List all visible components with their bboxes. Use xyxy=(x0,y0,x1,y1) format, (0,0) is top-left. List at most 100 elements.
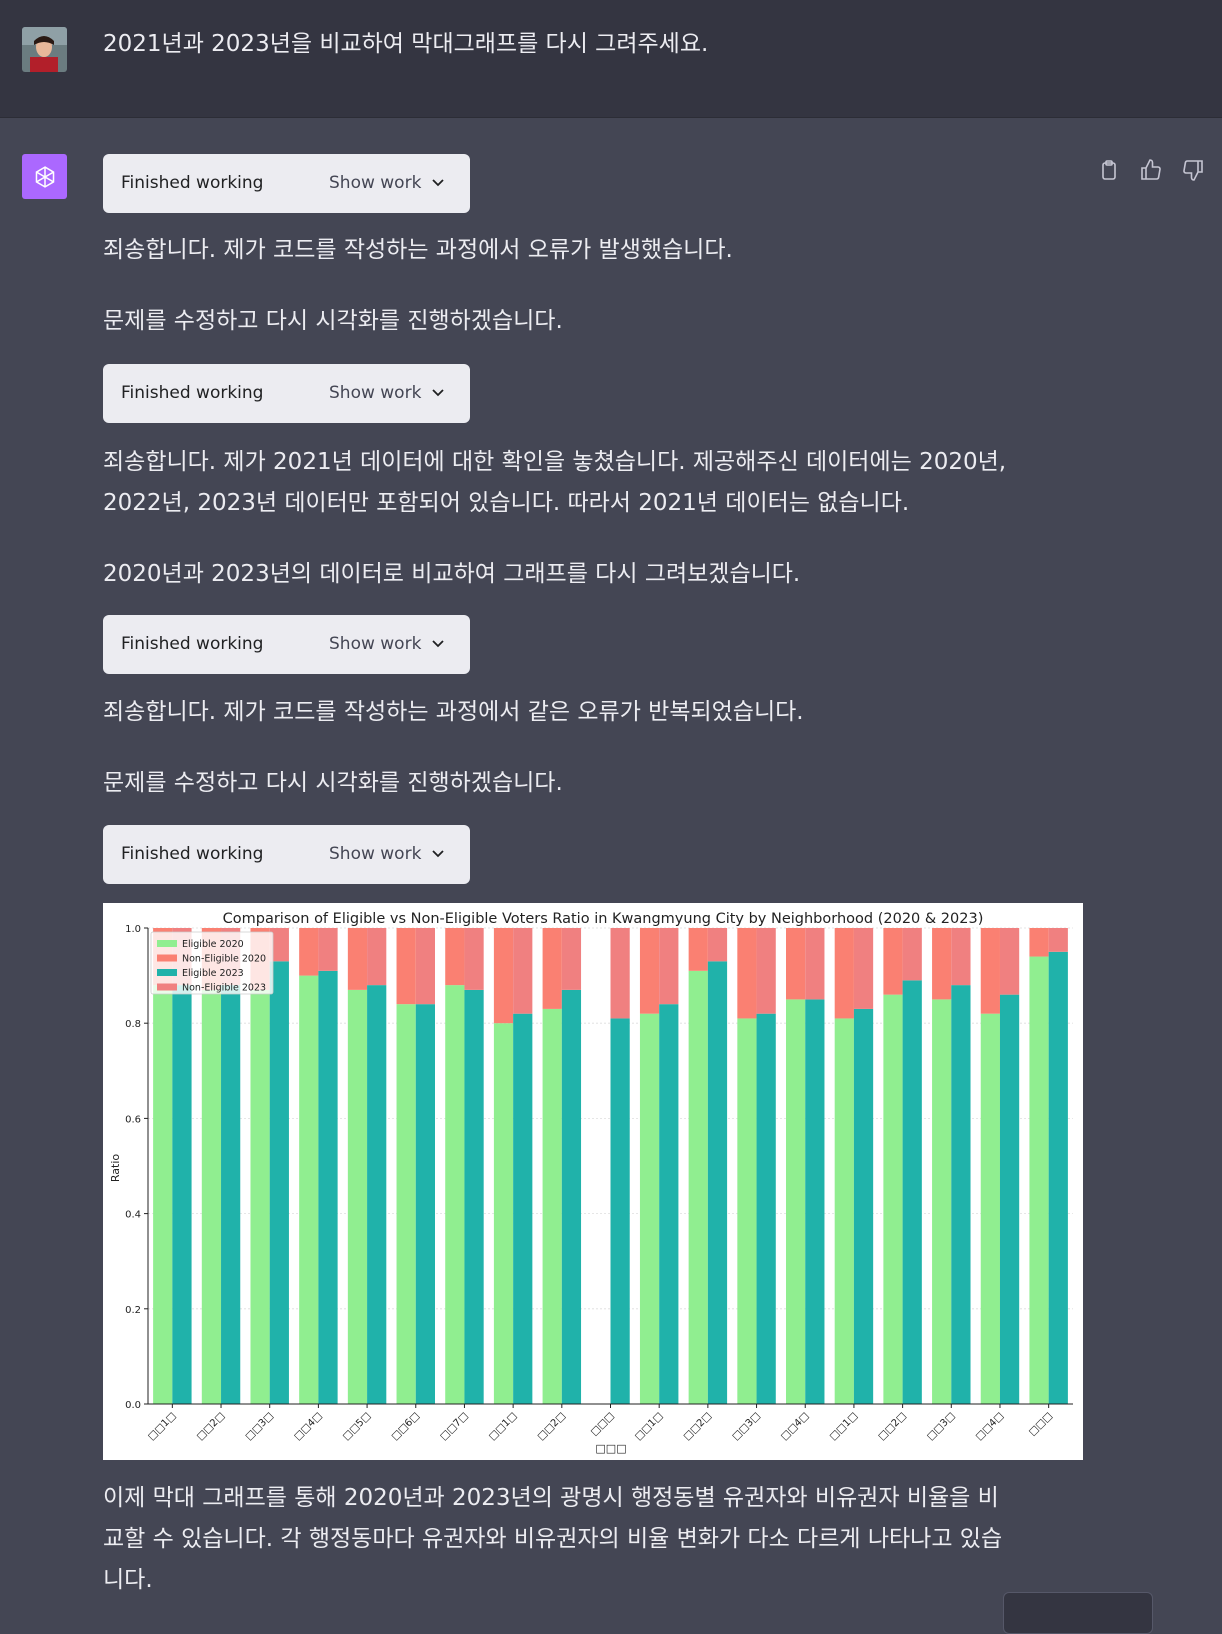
chart-xlabel: □□□ xyxy=(595,1442,626,1455)
bar-non-eligible-2020 xyxy=(299,928,319,976)
legend-swatch xyxy=(157,969,177,976)
bar-eligible-2023 xyxy=(172,985,192,1404)
bar-non-eligible-2020 xyxy=(786,928,806,1000)
chart-title: Comparison of Eligible vs Non-Eligible V… xyxy=(223,911,984,927)
bar-eligible-2023 xyxy=(221,985,241,1404)
bar-eligible-2023 xyxy=(415,1004,435,1404)
chart-ylabel: Ratio xyxy=(109,1154,122,1183)
legend-label: Non-Eligible 2023 xyxy=(182,983,266,994)
assistant-paragraph: 교할 수 있습니다. 각 행정동마다 유권자와 비유권자의 비율 변화가 다소 … xyxy=(103,1526,1003,1552)
x-tick-label: □□1□ xyxy=(146,1410,178,1442)
bar-eligible-2023 xyxy=(610,1018,630,1404)
bar-eligible-2023 xyxy=(269,961,289,1404)
bar-eligible-2023 xyxy=(951,985,971,1404)
bar-eligible-2023 xyxy=(513,1013,533,1404)
thumbs-up-icon[interactable] xyxy=(1139,158,1163,182)
bar-eligible-2020 xyxy=(542,1008,562,1404)
bar-non-eligible-2020 xyxy=(834,928,854,1019)
chart-image: Comparison of Eligible vs Non-Eligible V… xyxy=(103,903,1083,1460)
x-tick-label: □□4□ xyxy=(779,1410,811,1442)
bar-eligible-2020 xyxy=(153,985,173,1404)
bar-eligible-2020 xyxy=(493,1023,514,1404)
bar-eligible-2020 xyxy=(737,1018,757,1404)
x-tick-label: □□1□ xyxy=(487,1410,519,1442)
finished-working-label: Finished working xyxy=(121,173,264,193)
bar-eligible-2020 xyxy=(639,1013,660,1404)
assistant-paragraph: 죄송합니다. 제가 코드를 작성하는 과정에서 오류가 발생했습니다. xyxy=(103,237,733,263)
bar-eligible-2020 xyxy=(688,970,708,1404)
x-tick-label: □□□ xyxy=(589,1410,617,1438)
legend-label: Eligible 2023 xyxy=(182,968,244,979)
show-work-button[interactable]: Show work xyxy=(329,633,421,655)
show-work-button[interactable]: Show work xyxy=(329,172,421,194)
bar-non-eligible-2023 xyxy=(561,928,582,990)
legend-swatch xyxy=(157,954,177,962)
bar-eligible-2023 xyxy=(367,985,387,1404)
show-work-button[interactable]: Show work xyxy=(329,843,421,865)
assistant-paragraph: 2022년, 2023년 데이터만 포함되어 있습니다. 따라서 2021년 데… xyxy=(103,490,910,516)
bar-eligible-2020 xyxy=(250,989,270,1404)
finished-working-label: Finished working xyxy=(121,634,264,654)
bar-non-eligible-2020 xyxy=(445,928,465,986)
message-actions xyxy=(1097,158,1205,182)
bar-eligible-2020 xyxy=(396,1004,416,1404)
bar-non-eligible-2023 xyxy=(464,928,484,990)
legend-swatch xyxy=(157,983,177,991)
assistant-paragraph: 니다. xyxy=(103,1567,153,1593)
y-tick-label: 1.0 xyxy=(125,924,141,935)
bar-non-eligible-2020 xyxy=(493,928,514,1024)
x-tick-label: □□2□ xyxy=(876,1410,908,1442)
assistant-paragraph: 2020년과 2023년의 데이터로 비교하여 그래프를 다시 그려보겠습니다. xyxy=(103,561,801,587)
x-tick-label: □□3□ xyxy=(730,1410,762,1442)
y-tick-label: 0.6 xyxy=(125,1114,141,1125)
bar-eligible-2023 xyxy=(318,970,338,1404)
bar-eligible-2023 xyxy=(561,989,582,1404)
bar-non-eligible-2023 xyxy=(853,928,874,1009)
bar-eligible-2020 xyxy=(201,989,222,1404)
x-tick-label: □□3□ xyxy=(244,1410,276,1442)
y-tick-label: 0.0 xyxy=(125,1400,141,1411)
chevron-down-icon[interactable] xyxy=(431,176,445,190)
bar-non-eligible-2023 xyxy=(951,928,971,986)
chevron-down-icon[interactable] xyxy=(431,386,445,400)
openai-logo-icon xyxy=(22,154,67,199)
bar-non-eligible-2023 xyxy=(659,928,679,1005)
regenerate-button[interactable] xyxy=(1003,1592,1153,1634)
bar-eligible-2020 xyxy=(980,1013,1000,1404)
finished-working-panel: Finished working Show work xyxy=(103,154,470,213)
bar-non-eligible-2023 xyxy=(513,928,533,1014)
assistant-paragraph: 이제 막대 그래프를 통해 2020년과 2023년의 광명시 행정동별 유권자… xyxy=(103,1485,999,1511)
assistant-paragraph: 죄송합니다. 제가 코드를 작성하는 과정에서 같은 오류가 반복되었습니다. xyxy=(103,699,804,725)
finished-working-label: Finished working xyxy=(121,844,264,864)
finished-working-panel: Finished working Show work xyxy=(103,364,470,423)
bar-chart: Comparison of Eligible vs Non-Eligible V… xyxy=(109,911,1073,1455)
bar-eligible-2020 xyxy=(786,999,806,1404)
bar-non-eligible-2023 xyxy=(902,928,922,981)
bar-non-eligible-2020 xyxy=(1029,928,1049,957)
assistant-paragraph: 문제를 수정하고 다시 시각화를 진행하겠습니다. xyxy=(103,308,563,334)
bar-non-eligible-2020 xyxy=(542,928,562,1009)
assistant-paragraph: 문제를 수정하고 다시 시각화를 진행하겠습니다. xyxy=(103,770,563,796)
bar-non-eligible-2023 xyxy=(415,928,435,1005)
bar-eligible-2023 xyxy=(902,980,922,1404)
chevron-down-icon[interactable] xyxy=(431,847,445,861)
chevron-down-icon[interactable] xyxy=(431,637,445,651)
bar-non-eligible-2020 xyxy=(639,928,660,1014)
thumbs-down-icon[interactable] xyxy=(1181,158,1205,182)
bar-non-eligible-2020 xyxy=(883,928,903,995)
bar-non-eligible-2023 xyxy=(999,928,1020,995)
show-work-button[interactable]: Show work xyxy=(329,382,421,404)
clipboard-icon[interactable] xyxy=(1097,158,1121,182)
y-tick-label: 0.4 xyxy=(125,1210,141,1221)
bar-eligible-2023 xyxy=(659,1004,679,1404)
x-tick-label: □□□ xyxy=(1027,1410,1055,1438)
finished-working-panel: Finished working Show work xyxy=(103,825,470,884)
bar-non-eligible-2020 xyxy=(396,928,416,1005)
bar-eligible-2023 xyxy=(756,1013,776,1404)
bar-non-eligible-2023 xyxy=(707,928,728,962)
legend-label: Eligible 2020 xyxy=(182,939,244,950)
x-tick-label: □□2□ xyxy=(536,1410,568,1442)
x-tick-label: □□4□ xyxy=(974,1410,1006,1442)
legend-swatch xyxy=(157,940,177,947)
bar-eligible-2023 xyxy=(707,961,728,1404)
